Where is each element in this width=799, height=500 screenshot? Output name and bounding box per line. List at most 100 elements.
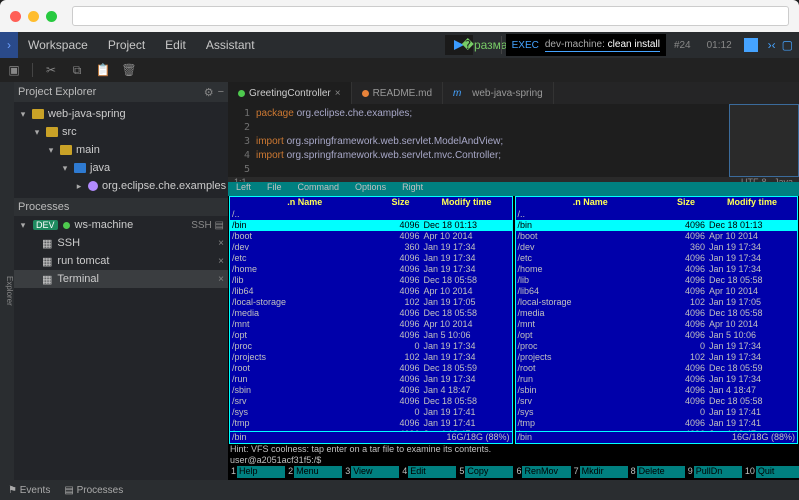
- mc-file-row[interactable]: /dev360Jan 19 17:34: [516, 242, 798, 253]
- mc-file-row[interactable]: /tmp4096Jan 19 17:41: [230, 418, 512, 429]
- mc-file-row[interactable]: /lib4096Dec 18 05:58: [516, 275, 798, 286]
- mc-fkey[interactable]: 6RenMov: [513, 466, 570, 478]
- mc-file-row[interactable]: /sbin4096Jan 4 18:47: [516, 385, 798, 396]
- menu-workspace[interactable]: Workspace: [18, 38, 98, 52]
- process-machine-row[interactable]: ▾DEVws-machine SSH ▤: [14, 216, 228, 234]
- mc-file-row[interactable]: /root4096Dec 18 05:59: [516, 363, 798, 374]
- code-view[interactable]: package org.eclipse.che.examples; import…: [256, 104, 799, 177]
- mc-fkey[interactable]: 4Edit: [399, 466, 456, 478]
- window-zoom-icon[interactable]: [46, 11, 57, 22]
- editor-tab[interactable]: GreetingController×: [228, 82, 352, 104]
- mc-file-row[interactable]: /projects102Jan 19 17:34: [516, 352, 798, 363]
- explorer-settings-icon[interactable]: ⚙: [204, 86, 214, 99]
- mc-fkey[interactable]: 2Menu: [285, 466, 342, 478]
- mc-file-row[interactable]: /run4096Jan 19 17:34: [516, 374, 798, 385]
- mc-file-row[interactable]: /home4096Jan 19 17:34: [230, 264, 512, 275]
- mc-fkey[interactable]: 3View: [342, 466, 399, 478]
- mc-file-row[interactable]: /lib644096Apr 10 2014: [516, 286, 798, 297]
- url-bar[interactable]: [72, 6, 789, 26]
- mc-fkey[interactable]: 8Delete: [628, 466, 685, 478]
- mc-menu-item[interactable]: File: [259, 182, 290, 196]
- status-processes[interactable]: ▤ Processes: [64, 485, 123, 496]
- mc-file-row[interactable]: /proc0Jan 19 17:34: [230, 341, 512, 352]
- mc-file-row[interactable]: /srv4096Dec 18 05:58: [230, 396, 512, 407]
- process-row[interactable]: ▦run tomcat×: [14, 252, 228, 270]
- mc-file-row[interactable]: /opt4096Jan 5 10:06: [516, 330, 798, 341]
- mc-fkey[interactable]: 10Quit: [742, 466, 799, 478]
- mc-file-row[interactable]: /boot4096Apr 10 2014: [230, 231, 512, 242]
- mc-file-row[interactable]: /media4096Dec 18 05:58: [516, 308, 798, 319]
- explorer-minimize-icon[interactable]: −: [218, 86, 224, 99]
- src-folder-icon: [74, 163, 86, 173]
- status-events[interactable]: ⚑ Events: [8, 485, 50, 496]
- mc-file-row[interactable]: /root4096Dec 18 05:59: [230, 363, 512, 374]
- mc-file-row[interactable]: /mnt4096Apr 10 2014: [516, 319, 798, 330]
- mc-file-row[interactable]: /etc4096Jan 19 17:34: [230, 253, 512, 264]
- mc-file-row[interactable]: /local-storage102Jan 19 17:05: [230, 297, 512, 308]
- menu-assistant[interactable]: Assistant: [196, 38, 265, 52]
- app-menu-icon[interactable]: ›: [0, 32, 18, 58]
- mc-file-row[interactable]: /proc0Jan 19 17:34: [516, 341, 798, 352]
- mc-file-row[interactable]: /dev360Jan 19 17:34: [230, 242, 512, 253]
- mc-file-row[interactable]: /home4096Jan 19 17:34: [516, 264, 798, 275]
- mc-fkey[interactable]: 1Help: [228, 466, 285, 478]
- process-row-terminal[interactable]: ▦Terminal×: [14, 270, 228, 288]
- mc-file-row[interactable]: /sbin4096Jan 4 18:47: [230, 385, 512, 396]
- mc-prompt[interactable]: user@a2051acf31f5:/$: [228, 455, 799, 466]
- window-close-icon[interactable]: [10, 11, 21, 22]
- mc-fkey[interactable]: 7Mkdir: [571, 466, 628, 478]
- process-row[interactable]: ▦SSH×: [14, 234, 228, 252]
- mc-file-row[interactable]: /opt4096Jan 5 10:06: [230, 330, 512, 341]
- new-file-icon[interactable]: ▣: [6, 62, 22, 78]
- mc-file-row[interactable]: /boot4096Apr 10 2014: [516, 231, 798, 242]
- mc-file-row[interactable]: /tmp4096Jan 19 17:41: [516, 418, 798, 429]
- close-icon[interactable]: ×: [218, 274, 224, 285]
- mc-file-row[interactable]: /media4096Dec 18 05:58: [230, 308, 512, 319]
- mc-file-row[interactable]: /lib644096Apr 10 2014: [230, 286, 512, 297]
- debug-icon[interactable]: �разма: [473, 35, 497, 55]
- tree-row[interactable]: ▸org.eclipse.che.examples: [14, 177, 228, 195]
- mc-file-row[interactable]: /mnt4096Apr 10 2014: [230, 319, 512, 330]
- menu-project[interactable]: Project: [98, 38, 155, 52]
- tree-row[interactable]: ▾src: [14, 123, 228, 141]
- mc-file-row[interactable]: /sys0Jan 19 17:41: [516, 407, 798, 418]
- menu-edit[interactable]: Edit: [155, 38, 196, 52]
- mc-file-row[interactable]: /bin4096Dec 18 01:13: [230, 220, 512, 231]
- window-minimize-icon[interactable]: [28, 11, 39, 22]
- minimap[interactable]: [729, 104, 799, 177]
- mc-file-row[interactable]: /run4096Jan 19 17:34: [230, 374, 512, 385]
- paste-icon[interactable]: 📋: [95, 62, 111, 78]
- mc-file-row[interactable]: /local-storage102Jan 19 17:05: [516, 297, 798, 308]
- editor-tab[interactable]: README.md: [352, 82, 443, 104]
- terminal-toggle-icon[interactable]: ▢: [782, 38, 793, 52]
- close-icon[interactable]: ×: [218, 256, 224, 267]
- mc-file-row[interactable]: /bin4096Dec 18 01:13: [516, 220, 798, 231]
- mc-file-row[interactable]: /projects102Jan 19 17:34: [230, 352, 512, 363]
- mc-menu-item[interactable]: Command: [290, 182, 348, 196]
- terminal[interactable]: Left File Command Options Right .n NameS…: [228, 182, 799, 480]
- exec-command-box[interactable]: EXEC dev-machine: clean install: [506, 34, 666, 56]
- mc-pane[interactable]: .n NameSizeModify time/../bin4096Dec 18 …: [515, 196, 799, 444]
- close-icon[interactable]: ×: [335, 88, 341, 99]
- mc-menu-item[interactable]: Left: [228, 182, 259, 196]
- editor-tab[interactable]: m web-java-spring: [443, 82, 554, 104]
- tree-row[interactable]: ▾main: [14, 141, 228, 159]
- cut-icon[interactable]: ✂: [43, 62, 59, 78]
- delete-icon[interactable]: 🗑: [121, 62, 137, 78]
- mc-file-row[interactable]: /lib4096Dec 18 05:58: [230, 275, 512, 286]
- mc-menu-item[interactable]: Right: [394, 182, 431, 196]
- mc-fkey[interactable]: 9PullDn: [685, 466, 742, 478]
- tree-row[interactable]: ▾web-java-spring: [14, 105, 228, 123]
- mc-fkey[interactable]: 5Copy: [456, 466, 513, 478]
- mc-menu-item[interactable]: Options: [347, 182, 394, 196]
- mc-file-row[interactable]: /srv4096Dec 18 05:58: [516, 396, 798, 407]
- mc-file-row[interactable]: /etc4096Jan 19 17:34: [516, 253, 798, 264]
- mc-pane[interactable]: .n NameSizeModify time/../bin4096Dec 18 …: [229, 196, 513, 444]
- panel-toggle-icon[interactable]: ›‹: [768, 38, 776, 52]
- copy-icon[interactable]: ⧉: [69, 62, 85, 78]
- close-icon[interactable]: ×: [218, 238, 224, 249]
- tree-row[interactable]: ▾java: [14, 159, 228, 177]
- stop-icon[interactable]: [744, 38, 758, 52]
- mc-file-row[interactable]: /sys0Jan 19 17:41: [230, 407, 512, 418]
- sidetab-explorer[interactable]: Explorer: [5, 276, 14, 306]
